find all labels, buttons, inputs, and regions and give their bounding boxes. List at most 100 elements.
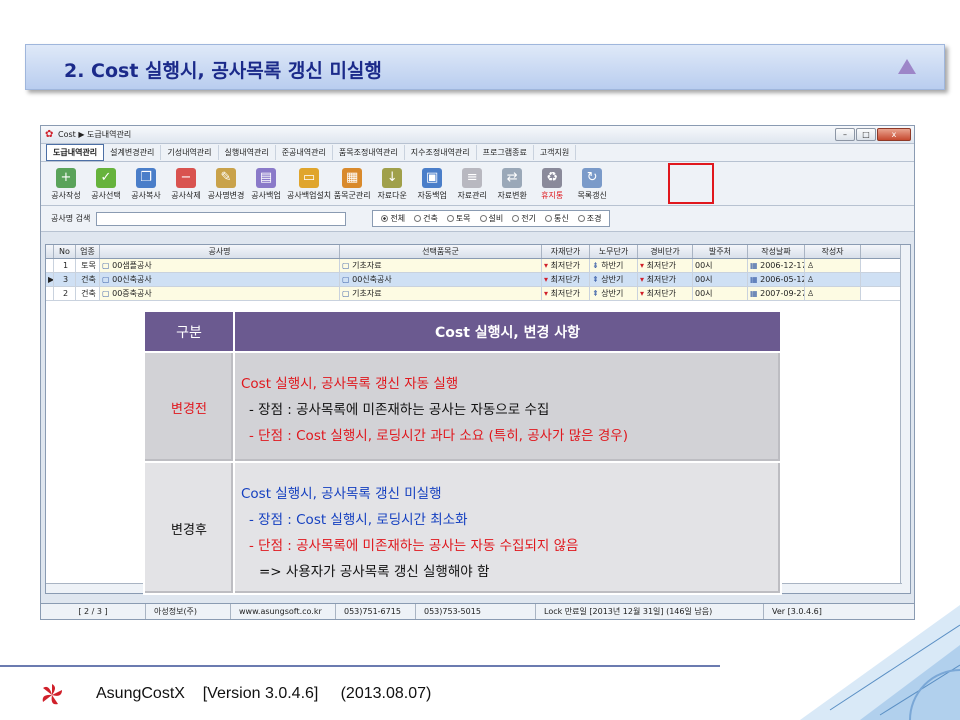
column-header[interactable]: 작성날짜 (748, 245, 805, 258)
toolbar-button-trash[interactable]: ♻ 휴지통 (533, 168, 571, 201)
radio-option[interactable]: 설비 (479, 213, 504, 224)
minimize-button[interactable]: – (835, 128, 855, 141)
table-cell: 건축 (76, 273, 100, 286)
toolbar-button-database[interactable]: ≡ 자료관리 (453, 168, 491, 201)
after-pro: - 장점 : Cost 실행시, 로딩시간 최소화 (249, 512, 468, 528)
table-row[interactable]: 1 토목 ▢ 00샘플공사 ▢ 기초자료 ▾ 최저단가 ⇟ 하반기 ▾ 최저단가 00시 ▦ 2… (46, 259, 910, 273)
grid-header: No 업종 공사명 선택품목군 자재단가 노무단가 경비단가 발주처 작성날짜 작성자 (46, 245, 910, 259)
after-con: - 단점 : 공사목록에 미존재하는 공사는 자동 수집되지 않음 (249, 538, 579, 554)
column-header[interactable]: 자재단가 (542, 245, 590, 258)
cell-text: 00샘플공사 (112, 261, 152, 270)
cell-text: 최저단가 (550, 261, 581, 270)
menu-item[interactable]: 고객지원 (534, 145, 577, 160)
cell-text: 00시 (695, 261, 713, 270)
menu-item[interactable]: 프로그램종료 (477, 145, 534, 160)
menu-item[interactable]: 지수조정내역관리 (405, 145, 477, 160)
table-cell: 00시 (693, 287, 748, 300)
footer-info: AsungCostX [Version 3.0.4.6] (2013.08.07… (96, 685, 431, 703)
radio-label: 전체 (390, 214, 406, 223)
toolbar-label: 자동백업 (417, 191, 447, 200)
cell-icon: ▢ (102, 289, 113, 298)
cell-text: 00신축공사 (352, 275, 392, 284)
column-header[interactable]: 경비단가 (638, 245, 693, 258)
radio-option[interactable]: 조경 (577, 213, 602, 224)
menu-item[interactable]: 기성내역관리 (161, 145, 219, 160)
table-cell: 00시 (693, 259, 748, 272)
cell-icon: ▢ (342, 289, 353, 298)
toolbar-label: 공사복사 (131, 191, 161, 200)
cell-text: 최저단가 (550, 289, 581, 298)
menu-item[interactable]: 도급내역관리 (46, 144, 105, 161)
before-label: 변경전 (143, 353, 235, 463)
radio-option[interactable]: 건축 (414, 213, 438, 224)
radio-option[interactable]: 전체 (381, 213, 405, 224)
radio-option[interactable]: 통신 (545, 213, 569, 224)
toolbar-button-doc-add[interactable]: + 공사작성 (47, 168, 85, 201)
toolbar-button-rename[interactable]: ✎ 공사명변경 (207, 168, 245, 201)
vertical-scrollbar[interactable] (900, 245, 910, 593)
cell-icon: ⇞ (592, 275, 602, 284)
search-input[interactable] (96, 211, 347, 226)
row-selector-header (46, 245, 54, 258)
download-icon: ↓ (382, 168, 403, 188)
website-link[interactable]: www.asungsoft.co.kr (231, 604, 336, 619)
table-row[interactable]: ▶ 3 건축 ▢ 00신축공사 ▢ 00신축공사 ▾ 최저단가 ⇞ 상반기 ▾ 최저단가 00시… (46, 273, 910, 287)
triangle-up-icon[interactable] (898, 59, 916, 74)
fax-number: 053)753-5015 (416, 604, 536, 619)
menu-item[interactable]: 준공내역관리 (276, 145, 333, 160)
toolbar-button-backup[interactable]: ▤ 공사백업 (247, 168, 285, 201)
column-header[interactable]: 작성자 (805, 245, 861, 258)
column-header[interactable]: 업종 (76, 245, 100, 258)
database-icon: ≡ (462, 168, 483, 188)
cell-icon: ▢ (342, 261, 353, 270)
toolbar-button-download[interactable]: ↓ 자료다운 (373, 168, 411, 201)
row-selector[interactable] (46, 287, 54, 300)
toolbar-button-folder[interactable]: ▭ 공사백업설치 (287, 168, 331, 201)
table-cell: ▦ 2006-12-17 (748, 259, 805, 272)
radio-dot-icon (545, 215, 553, 222)
header-category: 구분 (143, 310, 235, 353)
column-header[interactable]: 노무단가 (590, 245, 638, 258)
cell-text: 2007-09-27 (760, 289, 805, 298)
radio-option[interactable]: 토목 (446, 213, 471, 224)
column-header[interactable]: 공사명 (100, 245, 340, 258)
table-cell: ▾ 최저단가 (542, 273, 590, 286)
cell-text: 상반기 (601, 275, 624, 284)
toolbar-label: 공사백업 (251, 191, 281, 200)
toolbar-label: 공사삭제 (171, 191, 201, 200)
table-cell: ▢ 00증축공사 (100, 287, 340, 300)
table-row[interactable]: 2 건축 ▢ 00증축공사 ▢ 기초자료 ▾ 최저단가 ⇞ 상반기 ▾ 최저단가 00시 ▦ 2… (46, 287, 910, 301)
menu-item[interactable]: 설계변경관리 (104, 145, 162, 160)
toolbar-button-save[interactable]: ▣ 자동백업 (413, 168, 451, 201)
toolbar-button-convert[interactable]: ⇄ 자료변환 (493, 168, 531, 201)
toolbar-button-doc-delete[interactable]: − 공사삭제 (167, 168, 205, 201)
table-cell: ▢ 기초자료 (340, 287, 542, 300)
maximize-button[interactable]: □ (856, 128, 876, 141)
column-header[interactable]: 선택품목군 (340, 245, 542, 258)
column-header[interactable]: 발주처 (693, 245, 748, 258)
convert-icon: ⇄ (502, 168, 523, 188)
cell-text: 건축 (81, 289, 96, 298)
menu-item[interactable]: 실행내역관리 (219, 145, 276, 160)
toolbar-button-check[interactable]: ✓ 공사선택 (87, 168, 125, 201)
table-cell: ⇟ 하반기 (590, 259, 638, 272)
cell-icon: ▦ (750, 275, 761, 284)
table-cell: ⇞ 상반기 (590, 273, 638, 286)
radio-label: 설비 (488, 214, 504, 223)
footer-date: (2013.08.07) (340, 685, 432, 702)
toolbar-button-boxes[interactable]: ▦ 품목군관리 (333, 168, 371, 201)
toolbar-button-copy[interactable]: ❐ 공사복사 (127, 168, 165, 201)
row-selector[interactable]: ▶ (46, 273, 54, 286)
column-header[interactable]: No (54, 245, 76, 258)
toolbar-button-refresh[interactable]: ↻ 목록갱신 (573, 168, 611, 201)
table-cell: 토목 (76, 259, 100, 272)
radio-option[interactable]: 전기 (512, 213, 536, 224)
cell-text: 00증축공사 (112, 289, 152, 298)
toolbar-label: 자료관리 (457, 191, 487, 200)
radio-label: 조경 (586, 214, 602, 223)
menu-item[interactable]: 품목조정내역관리 (333, 145, 405, 160)
close-button[interactable]: x (877, 128, 911, 141)
row-selector[interactable] (46, 259, 54, 272)
toolbar: + 공사작성 ✓ 공사선택 ❐ 공사복사 − 공사삭제 ✎ 공사명변경 ▤ 공사백업 ▭ 공사백업설치 ▦ 품… (41, 162, 914, 206)
table-cell: 00시 (693, 273, 748, 286)
